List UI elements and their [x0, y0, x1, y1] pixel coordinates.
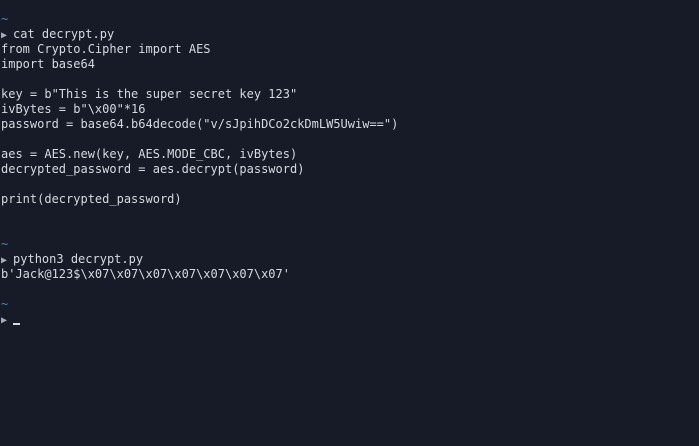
- command-text: cat decrypt.py: [13, 27, 115, 41]
- output-line: print(decrypted_password): [1, 192, 182, 206]
- active-command-line[interactable]: ▶: [1, 312, 699, 327]
- terminal-window[interactable]: ~ ▶ cat decrypt.py from Crypto.Cipher imp…: [0, 0, 699, 446]
- output-line: ivBytes = b"\x00"*16: [1, 102, 146, 116]
- command-line: ▶ cat decrypt.py: [1, 27, 699, 42]
- prompt-dir: ~: [1, 297, 9, 311]
- prompt-arrow-icon: ▶: [1, 315, 8, 326]
- prompt-arrow-icon: ▶: [1, 30, 8, 41]
- output-line: b'Jack@123$\x07\x07\x07\x07\x07\x07\x07': [1, 267, 290, 281]
- output-line: from Crypto.Cipher import AES: [1, 42, 211, 56]
- output-line: decrypted_password = aes.decrypt(passwor…: [1, 162, 305, 176]
- cursor: [13, 323, 21, 325]
- prompt-dir: ~: [1, 12, 9, 26]
- output-line: import base64: [1, 57, 95, 71]
- output-line: password = base64.b64decode("v/sJpihDCo2…: [1, 117, 399, 131]
- output-line: aes = AES.new(key, AES.MODE_CBC, ivBytes…: [1, 147, 298, 161]
- command-text: python3 decrypt.py: [13, 252, 144, 266]
- prompt-dir: ~: [1, 237, 9, 251]
- output-line: key = b"This is the super secret key 123…: [1, 87, 298, 101]
- prompt-arrow-icon: ▶: [1, 255, 8, 266]
- command-line: ▶ python3 decrypt.py: [1, 252, 699, 267]
